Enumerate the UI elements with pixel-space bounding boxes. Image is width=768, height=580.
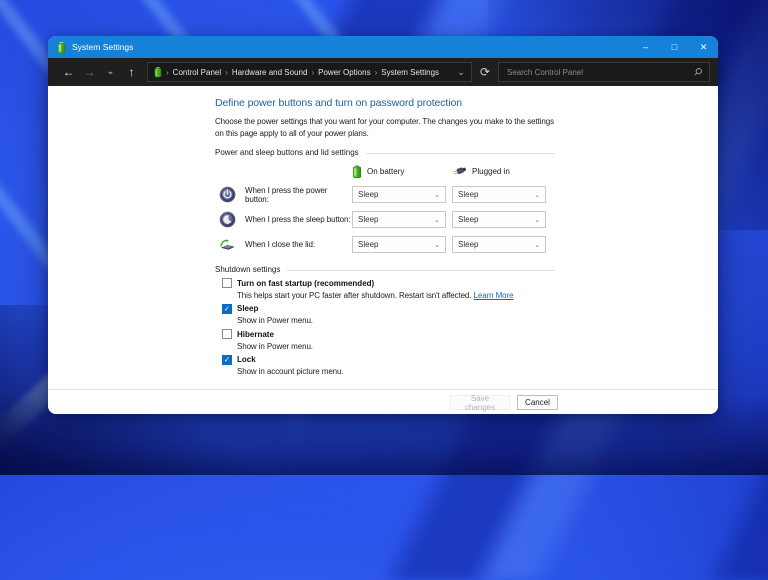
breadcrumb[interactable]: › Control Panel › Hardware and Sound › P…: [147, 62, 472, 82]
chevron-down-icon: ⌄: [534, 241, 540, 249]
column-plugged-in: Plugged in: [452, 165, 552, 177]
breadcrumb-item-hardware-and-sound[interactable]: Hardware and Sound: [232, 68, 308, 77]
learn-more-link[interactable]: Learn More: [474, 291, 514, 300]
cancel-button[interactable]: Cancel: [517, 395, 558, 410]
system-settings-window: System Settings – □ ✕ ← → ⌄ ↑ › Control …: [48, 36, 718, 414]
breadcrumb-separator: ›: [311, 68, 314, 77]
address-dropdown-icon[interactable]: ⌄: [457, 67, 465, 78]
power-button-icon: [219, 186, 236, 203]
dialog-footer: Save changes Cancel: [48, 389, 718, 414]
close-button[interactable]: ✕: [689, 36, 718, 58]
fast-startup-checkbox[interactable]: ✓: [222, 278, 232, 288]
column-label: Plugged in: [472, 167, 510, 176]
sleep-option: ✓ Sleep Show in Power menu.: [222, 304, 555, 326]
refresh-icon[interactable]: ⟳: [480, 65, 490, 79]
section-divider: [366, 153, 555, 154]
select-value: Sleep: [358, 190, 378, 199]
breadcrumb-item-system-settings[interactable]: System Settings: [381, 68, 439, 77]
sleep-button-plugged-in-select[interactable]: Sleep ⌄: [452, 211, 546, 228]
section-shutdown-settings: Shutdown settings: [215, 265, 555, 274]
option-description: Show in Power menu.: [237, 316, 555, 325]
chevron-down-icon: ⌄: [534, 191, 540, 199]
hibernate-option: ✓ Hibernate Show in Power menu.: [222, 329, 555, 351]
option-label: Hibernate: [237, 330, 274, 339]
shutdown-options: ✓ Turn on fast startup (recommended) Thi…: [215, 278, 555, 376]
option-description: Show in account picture menu.: [237, 367, 555, 376]
fast-startup-option: ✓ Turn on fast startup (recommended) Thi…: [222, 278, 555, 300]
close-lid-on-battery-select[interactable]: Sleep ⌄: [352, 236, 446, 253]
page-description: Choose the power settings that you want …: [215, 116, 555, 139]
option-description: This helps start your PC faster after sh…: [237, 291, 555, 300]
select-value: Sleep: [458, 215, 478, 224]
hibernate-checkbox[interactable]: ✓: [222, 329, 232, 339]
row-label: When I press the power button:: [245, 186, 352, 204]
sleep-button-on-battery-select[interactable]: Sleep ⌄: [352, 211, 446, 228]
chevron-down-icon: ⌄: [434, 241, 440, 249]
section-divider: [287, 270, 555, 271]
battery-icon: [57, 41, 66, 54]
section-title: Shutdown settings: [215, 265, 280, 274]
column-label: On battery: [367, 167, 404, 176]
power-table-header: On battery Plugged in: [215, 160, 555, 182]
column-on-battery: On battery: [352, 164, 452, 179]
laptop-lid-icon: [219, 236, 236, 253]
lock-option: ✓ Lock Show in account picture menu.: [222, 355, 555, 377]
description-text: This helps start your PC faster after sh…: [237, 291, 471, 300]
page-title: Define power buttons and turn on passwor…: [215, 97, 555, 109]
option-description: Show in Power menu.: [237, 342, 555, 351]
check-icon: ✓: [224, 356, 230, 364]
content-area: Define power buttons and turn on passwor…: [48, 86, 718, 390]
sleep-checkbox[interactable]: ✓: [222, 304, 232, 314]
chevron-down-icon: ⌄: [434, 191, 440, 199]
option-label: Turn on fast startup (recommended): [237, 279, 374, 288]
close-lid-plugged-in-select[interactable]: Sleep ⌄: [452, 236, 546, 253]
power-button-plugged-in-select[interactable]: Sleep ⌄: [452, 186, 546, 203]
option-label: Sleep: [237, 304, 258, 313]
select-value: Sleep: [458, 190, 478, 199]
breadcrumb-item-power-options[interactable]: Power Options: [318, 68, 370, 77]
section-power-sleep-lid: Power and sleep buttons and lid settings: [215, 148, 555, 157]
search-box[interactable]: [498, 62, 710, 82]
section-title: Power and sleep buttons and lid settings: [215, 148, 359, 157]
breadcrumb-item-control-panel[interactable]: Control Panel: [173, 68, 221, 77]
back-button[interactable]: ←: [58, 58, 79, 86]
chevron-down-icon: ⌄: [434, 216, 440, 224]
option-label: Lock: [237, 355, 256, 364]
minimize-button[interactable]: –: [631, 36, 660, 58]
address-toolbar: ← → ⌄ ↑ › Control Panel › Hardware and S…: [48, 58, 718, 86]
battery-icon: [154, 66, 162, 78]
window-title: System Settings: [72, 42, 631, 52]
select-value: Sleep: [358, 215, 378, 224]
save-changes-button[interactable]: Save changes: [450, 395, 510, 410]
row-label: When I close the lid:: [245, 240, 352, 249]
search-icon: [693, 67, 703, 77]
maximize-button[interactable]: □: [660, 36, 689, 58]
power-button-row: When I press the power button: Sleep ⌄ S…: [215, 182, 555, 207]
close-lid-row: When I close the lid: Sleep ⌄ Sleep ⌄: [215, 232, 555, 257]
select-value: Sleep: [458, 240, 478, 249]
search-input[interactable]: [505, 67, 693, 78]
chevron-down-icon: ⌄: [534, 216, 540, 224]
titlebar[interactable]: System Settings – □ ✕: [48, 36, 718, 58]
lock-checkbox[interactable]: ✓: [222, 355, 232, 365]
breadcrumb-separator: ›: [375, 68, 378, 77]
up-button[interactable]: ↑: [121, 58, 142, 86]
recent-pages-dropdown-icon[interactable]: ⌄: [100, 58, 121, 86]
check-icon: ✓: [224, 305, 230, 313]
sleep-button-row: When I press the sleep button: Sleep ⌄ S…: [215, 207, 555, 232]
plug-icon: [452, 165, 467, 177]
breadcrumb-separator: ›: [166, 68, 169, 77]
battery-icon: [352, 164, 362, 179]
sleep-button-icon: [219, 211, 236, 228]
forward-button[interactable]: →: [79, 58, 100, 86]
row-label: When I press the sleep button:: [245, 215, 352, 224]
select-value: Sleep: [358, 240, 378, 249]
power-button-on-battery-select[interactable]: Sleep ⌄: [352, 186, 446, 203]
breadcrumb-separator: ›: [225, 68, 228, 77]
